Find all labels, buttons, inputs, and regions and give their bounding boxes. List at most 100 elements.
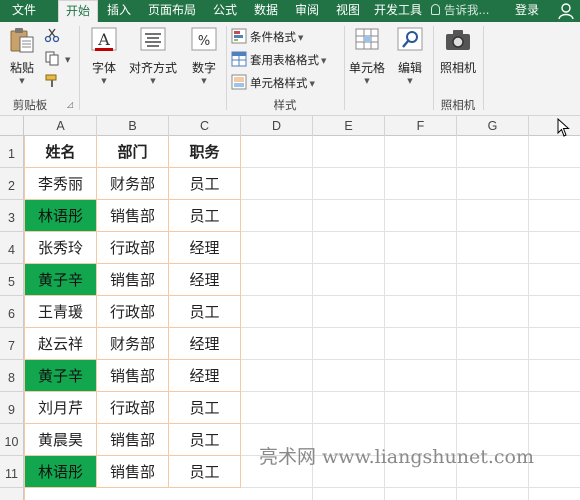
align-icon xyxy=(138,25,168,55)
chevron-down-icon[interactable]: ▼ xyxy=(4,77,40,85)
title-cell[interactable]: 员工 xyxy=(169,456,241,488)
title-cell[interactable]: 经理 xyxy=(169,232,241,264)
name-cell[interactable]: 黄子辛 xyxy=(25,264,97,296)
title-cell[interactable]: 员工 xyxy=(169,296,241,328)
cells-button[interactable]: 单元格 ▼ xyxy=(347,25,387,85)
title-cell[interactable]: 员工 xyxy=(169,392,241,424)
dept-cell[interactable]: 销售部 xyxy=(97,200,169,232)
column-header-d[interactable]: D xyxy=(241,116,313,136)
title-cell[interactable]: 员工 xyxy=(169,200,241,232)
name-cell[interactable]: 赵云祥 xyxy=(25,328,97,360)
name-cell[interactable]: 张秀玲 xyxy=(25,232,97,264)
group-separator xyxy=(433,26,434,110)
format-painter-button[interactable] xyxy=(44,73,63,91)
group-separator xyxy=(344,26,345,110)
editing-label: 编辑 xyxy=(397,61,422,75)
conditional-formatting-label: 条件格式 xyxy=(250,30,296,44)
row-header[interactable]: 9 xyxy=(0,392,24,424)
percent-icon: % xyxy=(189,25,219,55)
gridline xyxy=(241,167,580,168)
title-cell[interactable]: 经理 xyxy=(169,328,241,360)
share-icon[interactable] xyxy=(553,0,580,22)
row-header[interactable]: 7 xyxy=(0,328,24,360)
row-header[interactable]: 3 xyxy=(0,200,24,232)
name-cell[interactable]: 林语彤 xyxy=(25,200,97,232)
dept-cell[interactable]: 销售部 xyxy=(97,264,169,296)
dept-cell[interactable]: 财务部 xyxy=(97,168,169,200)
login-link[interactable]: 登录 xyxy=(515,0,539,21)
row-header[interactable]: 10 xyxy=(0,424,24,456)
dept-cell[interactable]: 行政部 xyxy=(97,232,169,264)
row-header[interactable]: 11 xyxy=(0,456,24,488)
column-header-g[interactable]: G xyxy=(457,116,529,136)
row-header[interactable]: 8 xyxy=(0,360,24,392)
name-cell[interactable]: 刘月芹 xyxy=(25,392,97,424)
row-header[interactable]: 4 xyxy=(0,232,24,264)
editing-button[interactable]: 编辑 ▼ xyxy=(393,25,427,85)
camera-button[interactable]: 照相机 xyxy=(437,25,479,76)
copy-icon xyxy=(45,51,59,66)
table-header-cell[interactable]: 部门 xyxy=(97,136,169,168)
title-cell[interactable]: 经理 xyxy=(169,360,241,392)
cell-styles-button[interactable]: 单元格样式 ▼ xyxy=(231,74,315,92)
column-header-a[interactable]: A xyxy=(25,116,97,136)
cut-button[interactable] xyxy=(44,27,63,45)
dialog-launcher-icon[interactable]: ◿ xyxy=(67,100,73,109)
tab-insert[interactable]: 插入 xyxy=(101,0,137,22)
tab-formulas[interactable]: 公式 xyxy=(207,0,243,22)
column-header-row: A B C D E F G xyxy=(0,116,580,136)
dept-cell[interactable]: 销售部 xyxy=(97,424,169,456)
font-button[interactable]: A 字体 ▼ xyxy=(84,25,124,85)
copy-button[interactable]: ▼ xyxy=(44,50,70,68)
dept-cell[interactable]: 销售部 xyxy=(97,360,169,392)
tab-developer[interactable]: 开发工具 xyxy=(369,0,427,22)
title-cell[interactable]: 经理 xyxy=(169,264,241,296)
tab-data[interactable]: 数据 xyxy=(248,0,284,22)
gridline xyxy=(241,423,580,424)
table-header-cell[interactable]: 职务 xyxy=(169,136,241,168)
dept-cell[interactable]: 销售部 xyxy=(97,456,169,488)
chevron-down-icon: ▼ xyxy=(364,77,370,85)
paste-button[interactable]: 粘贴 ▼ xyxy=(4,25,40,85)
column-header-e[interactable]: E xyxy=(313,116,385,136)
number-button[interactable]: % 数字 ▼ xyxy=(186,25,222,85)
mouse-cursor-icon xyxy=(557,117,571,141)
name-cell[interactable]: 黄晨昊 xyxy=(25,424,97,456)
alignment-button[interactable]: 对齐方式 ▼ xyxy=(127,25,179,85)
conditional-formatting-button[interactable]: 条件格式 ▼ xyxy=(231,28,303,46)
format-as-table-label: 套用表格格式 xyxy=(250,53,319,67)
tab-home[interactable]: 开始 xyxy=(58,0,98,22)
format-painter-icon xyxy=(45,74,57,87)
format-as-table-button[interactable]: 套用表格格式 ▼ xyxy=(231,51,326,69)
select-all-corner[interactable] xyxy=(0,116,24,136)
row-header[interactable]: 1 xyxy=(0,136,24,168)
column-header-c[interactable]: C xyxy=(169,116,241,136)
dept-cell[interactable]: 行政部 xyxy=(97,296,169,328)
dept-cell[interactable]: 行政部 xyxy=(97,392,169,424)
tell-me-search[interactable]: 告诉我... xyxy=(431,0,489,22)
dept-cell[interactable]: 财务部 xyxy=(97,328,169,360)
camera-group-label: 照相机 xyxy=(440,98,476,112)
tab-review[interactable]: 审阅 xyxy=(289,0,325,22)
tab-page-layout[interactable]: 页面布局 xyxy=(142,0,202,22)
row-header[interactable]: 2 xyxy=(0,168,24,200)
camera-icon xyxy=(443,25,473,55)
title-cell[interactable]: 员工 xyxy=(169,424,241,456)
paste-icon xyxy=(7,25,37,55)
ribbon-home: 粘贴 ▼ ▼ 剪贴板 ◿ A 字体 ▼ 对齐方式 ▼ % 数字 ▼ 条件格式 ▼… xyxy=(0,22,580,116)
gridline xyxy=(241,487,580,488)
column-header-b[interactable]: B xyxy=(97,116,169,136)
name-cell[interactable]: 林语彤 xyxy=(25,456,97,488)
name-cell[interactable]: 李秀丽 xyxy=(25,168,97,200)
tab-view[interactable]: 视图 xyxy=(330,0,366,22)
tab-file[interactable]: 文件 xyxy=(4,0,44,22)
column-header-f[interactable]: F xyxy=(385,116,457,136)
row-header[interactable]: 6 xyxy=(0,296,24,328)
name-cell[interactable]: 黄子辛 xyxy=(25,360,97,392)
row-header[interactable]: 5 xyxy=(0,264,24,296)
name-cell[interactable]: 王青瑗 xyxy=(25,296,97,328)
row-header[interactable]: 12 xyxy=(0,488,24,500)
chevron-down-icon: ▼ xyxy=(150,77,156,85)
title-cell[interactable]: 员工 xyxy=(169,168,241,200)
table-header-cell[interactable]: 姓名 xyxy=(25,136,97,168)
